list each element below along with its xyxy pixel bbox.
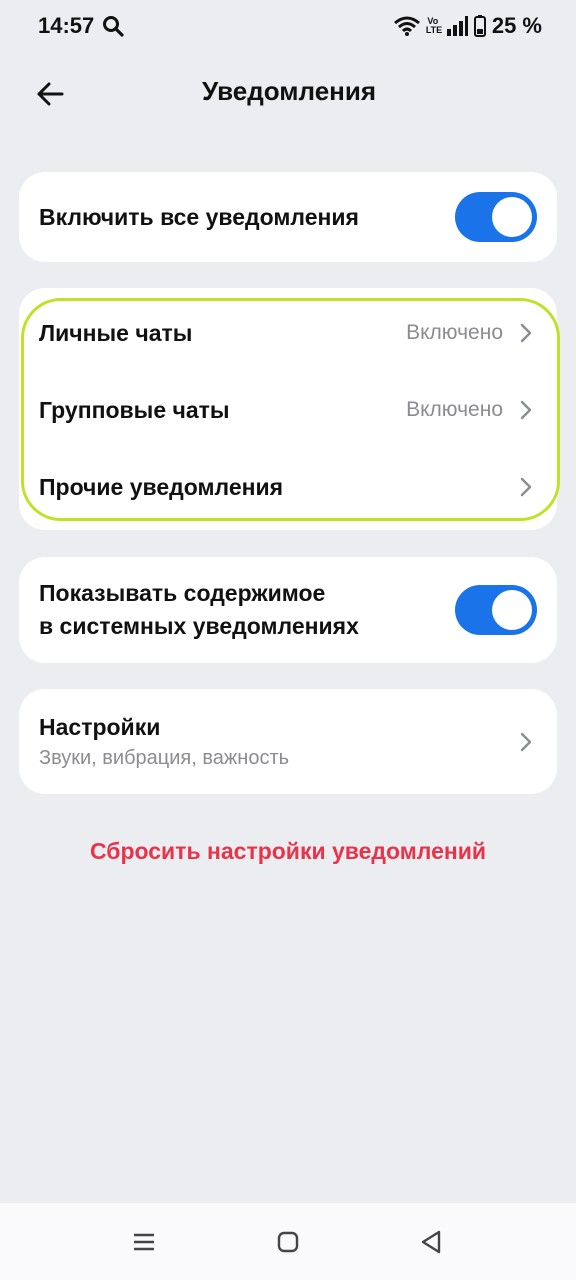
nav-back-button[interactable]: [416, 1227, 446, 1257]
show-content-label-line1: Показывать содержимое: [39, 580, 326, 606]
back-icon: [421, 1230, 441, 1254]
toggle-knob: [492, 590, 532, 630]
all-notifications-label: Включить все уведомления: [39, 203, 359, 230]
group-chats-label: Групповые чаты: [39, 396, 230, 423]
settings-row[interactable]: Настройки Звуки, вибрация, важность: [19, 689, 557, 794]
reset-notifications-button[interactable]: Сбросить настройки уведомлений: [0, 838, 576, 865]
signal-icon: [446, 16, 468, 36]
volte-icon: Vo LTE: [425, 16, 443, 35]
personal-chats-label: Личные чаты: [39, 319, 193, 346]
settings-subtitle: Звуки, вибрация, важность: [39, 746, 290, 769]
menu-icon: [134, 1233, 154, 1251]
battery-icon: [473, 15, 486, 37]
status-bar: 14:57 Vo LTE 25 %: [0, 0, 576, 52]
personal-chats-row[interactable]: Личные чаты Включено: [19, 296, 557, 370]
other-notifications-row[interactable]: Прочие уведомления: [19, 450, 557, 524]
group-chats-row[interactable]: Групповые чаты Включено: [19, 373, 557, 447]
other-notifications-label: Прочие уведомления: [39, 473, 284, 500]
home-icon: [277, 1231, 299, 1253]
chat-settings-card: Личные чаты Включено Групповые чаты Вклю…: [19, 288, 557, 530]
chevron-right-icon: [520, 400, 532, 420]
toggle-knob: [492, 197, 532, 237]
personal-chats-value: Включено: [406, 321, 503, 344]
settings-text: Настройки Звуки, вибрация, важность: [39, 714, 289, 770]
home-button[interactable]: [273, 1227, 303, 1257]
chevron-right-icon: [520, 732, 532, 751]
group-chats-value: Включено: [406, 398, 503, 421]
navigation-bar: [0, 1203, 576, 1280]
battery-percent: 25 %: [491, 13, 542, 38]
chevron-right-icon: [520, 477, 532, 497]
header: Уведомления: [0, 62, 576, 124]
all-notifications-card: Включить все уведомления: [19, 172, 557, 262]
page-title: Уведомления: [201, 76, 377, 106]
settings-title: Настройки: [39, 713, 161, 740]
chevron-right-icon: [520, 323, 532, 343]
all-notifications-toggle[interactable]: [455, 192, 537, 242]
show-content-toggle[interactable]: [455, 585, 537, 635]
wifi-icon: [393, 16, 420, 36]
show-content-card: Показывать содержимое в системных уведом…: [19, 557, 557, 663]
show-content-label-line2: в системных уведомлениях: [39, 613, 359, 639]
settings-card: Настройки Звуки, вибрация, важность: [19, 689, 557, 794]
menu-button[interactable]: [129, 1227, 159, 1257]
status-time: 14:57: [38, 13, 95, 38]
search-icon: [102, 15, 124, 37]
show-content-label: Показывать содержимое в системных уведом…: [39, 577, 359, 643]
